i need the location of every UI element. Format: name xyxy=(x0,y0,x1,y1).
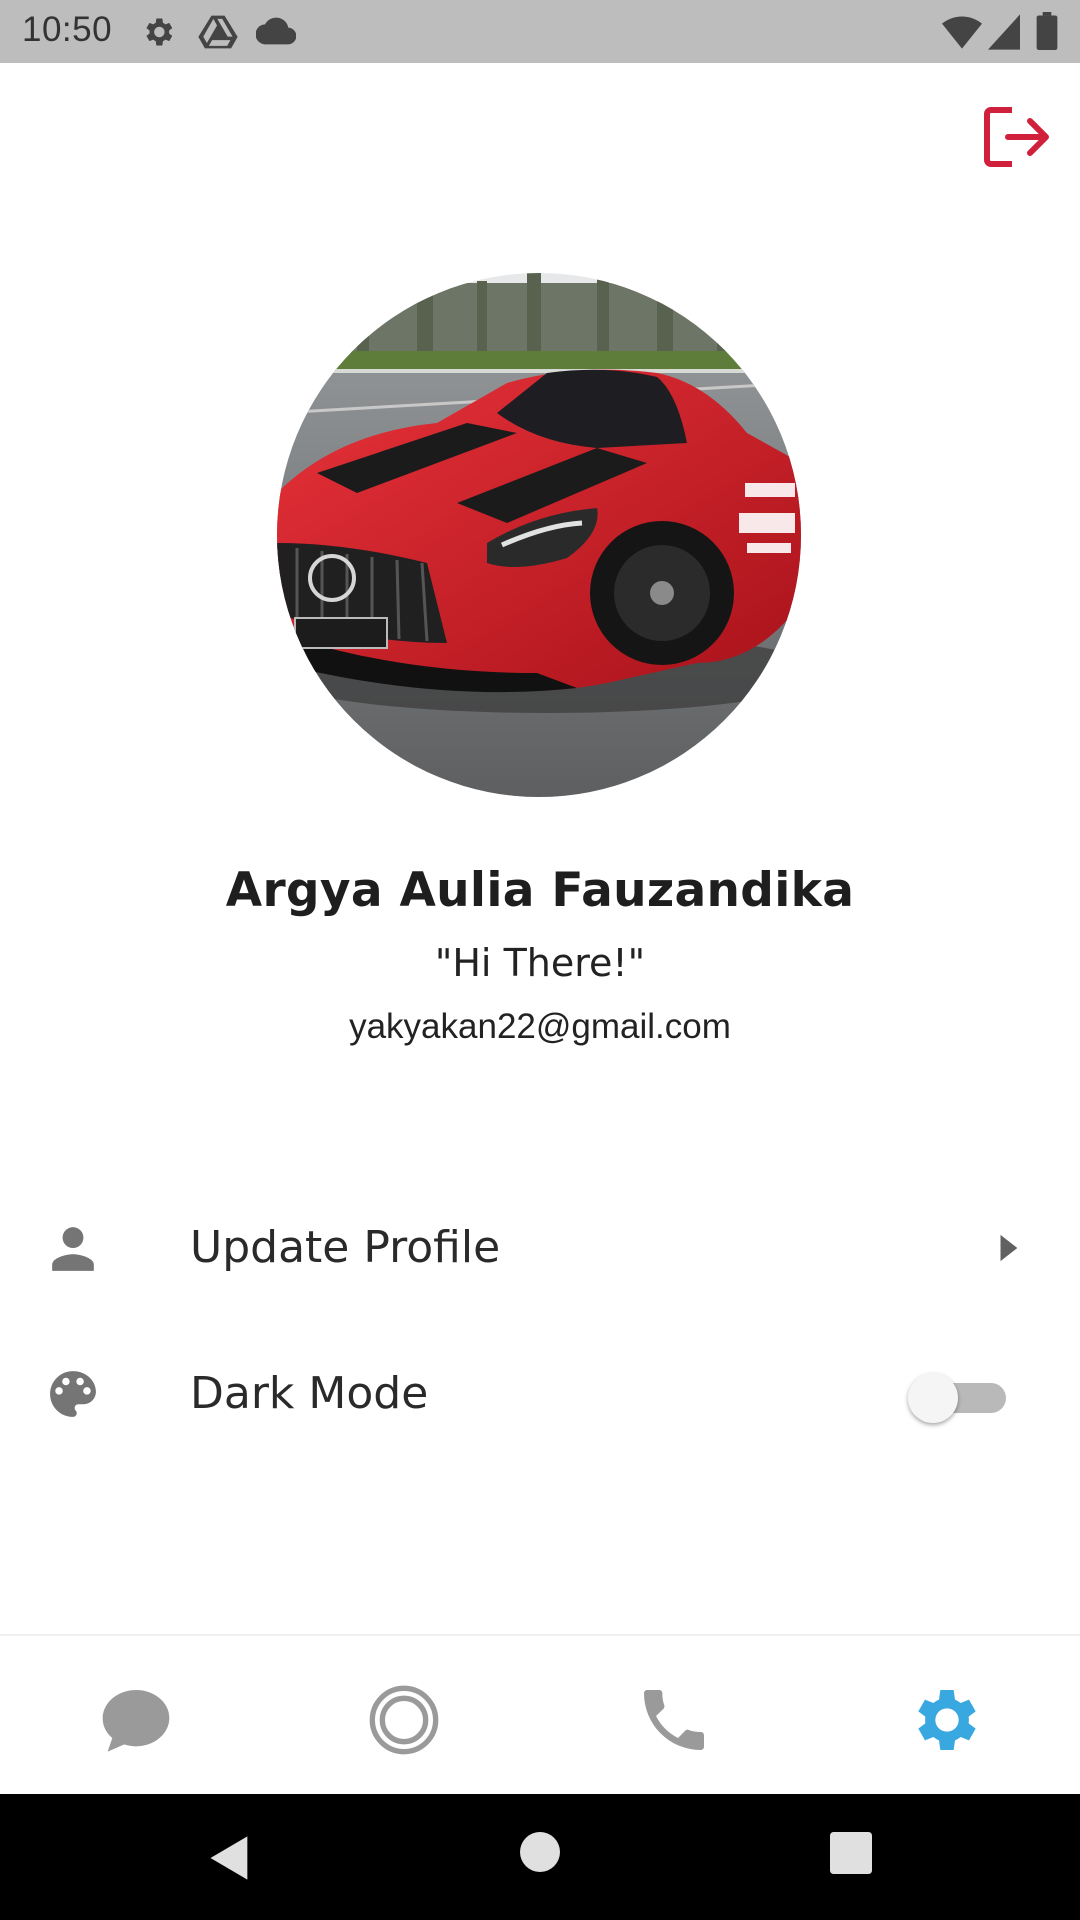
dark-mode-row[interactable]: Dark Mode xyxy=(0,1329,1080,1459)
back-icon[interactable] xyxy=(204,1832,256,1884)
drive-icon xyxy=(198,15,238,49)
chevron-right-icon xyxy=(1000,1234,1018,1262)
profile-email: yakyakan22@gmail.com xyxy=(349,1007,731,1046)
bottom-navigation xyxy=(0,1634,1080,1796)
avatar[interactable] xyxy=(277,273,801,797)
status-icon xyxy=(369,1685,439,1755)
profile-screen: 10:50 Argya Aulia Fauzandika "Hi There!"… xyxy=(0,0,1080,1920)
wifi-icon xyxy=(942,16,982,49)
person-icon xyxy=(52,1227,94,1271)
toggle-thumb xyxy=(908,1373,958,1423)
logout-button[interactable] xyxy=(982,104,1052,170)
status-bar: 10:50 xyxy=(0,0,1080,63)
nav-calls[interactable] xyxy=(634,1680,714,1760)
avatar-image xyxy=(277,273,801,797)
cloud-icon xyxy=(256,17,296,45)
profile-status-message: "Hi There!" xyxy=(434,941,646,985)
home-icon[interactable] xyxy=(520,1832,560,1872)
battery-icon xyxy=(1036,12,1058,50)
profile-name: Argya Aulia Fauzandika xyxy=(225,863,855,918)
nav-status[interactable] xyxy=(364,1680,444,1760)
status-time: 10:50 xyxy=(22,10,113,49)
settings-icon xyxy=(146,18,173,46)
update-profile-label: Update Profile xyxy=(190,1222,501,1273)
settings-icon xyxy=(918,1690,976,1750)
dark-mode-label: Dark Mode xyxy=(190,1368,429,1419)
update-profile-row[interactable]: Update Profile xyxy=(0,1183,1080,1313)
signal-icon xyxy=(988,14,1020,50)
nav-chats[interactable] xyxy=(96,1680,176,1760)
logout-icon xyxy=(984,107,1049,167)
palette-icon xyxy=(50,1371,96,1417)
system-navigation-bar xyxy=(0,1794,1080,1920)
nav-settings[interactable] xyxy=(904,1680,984,1760)
chat-icon xyxy=(102,1690,170,1752)
recents-icon[interactable] xyxy=(830,1832,872,1874)
dark-mode-toggle[interactable] xyxy=(908,1371,1008,1425)
phone-icon xyxy=(644,1690,704,1750)
